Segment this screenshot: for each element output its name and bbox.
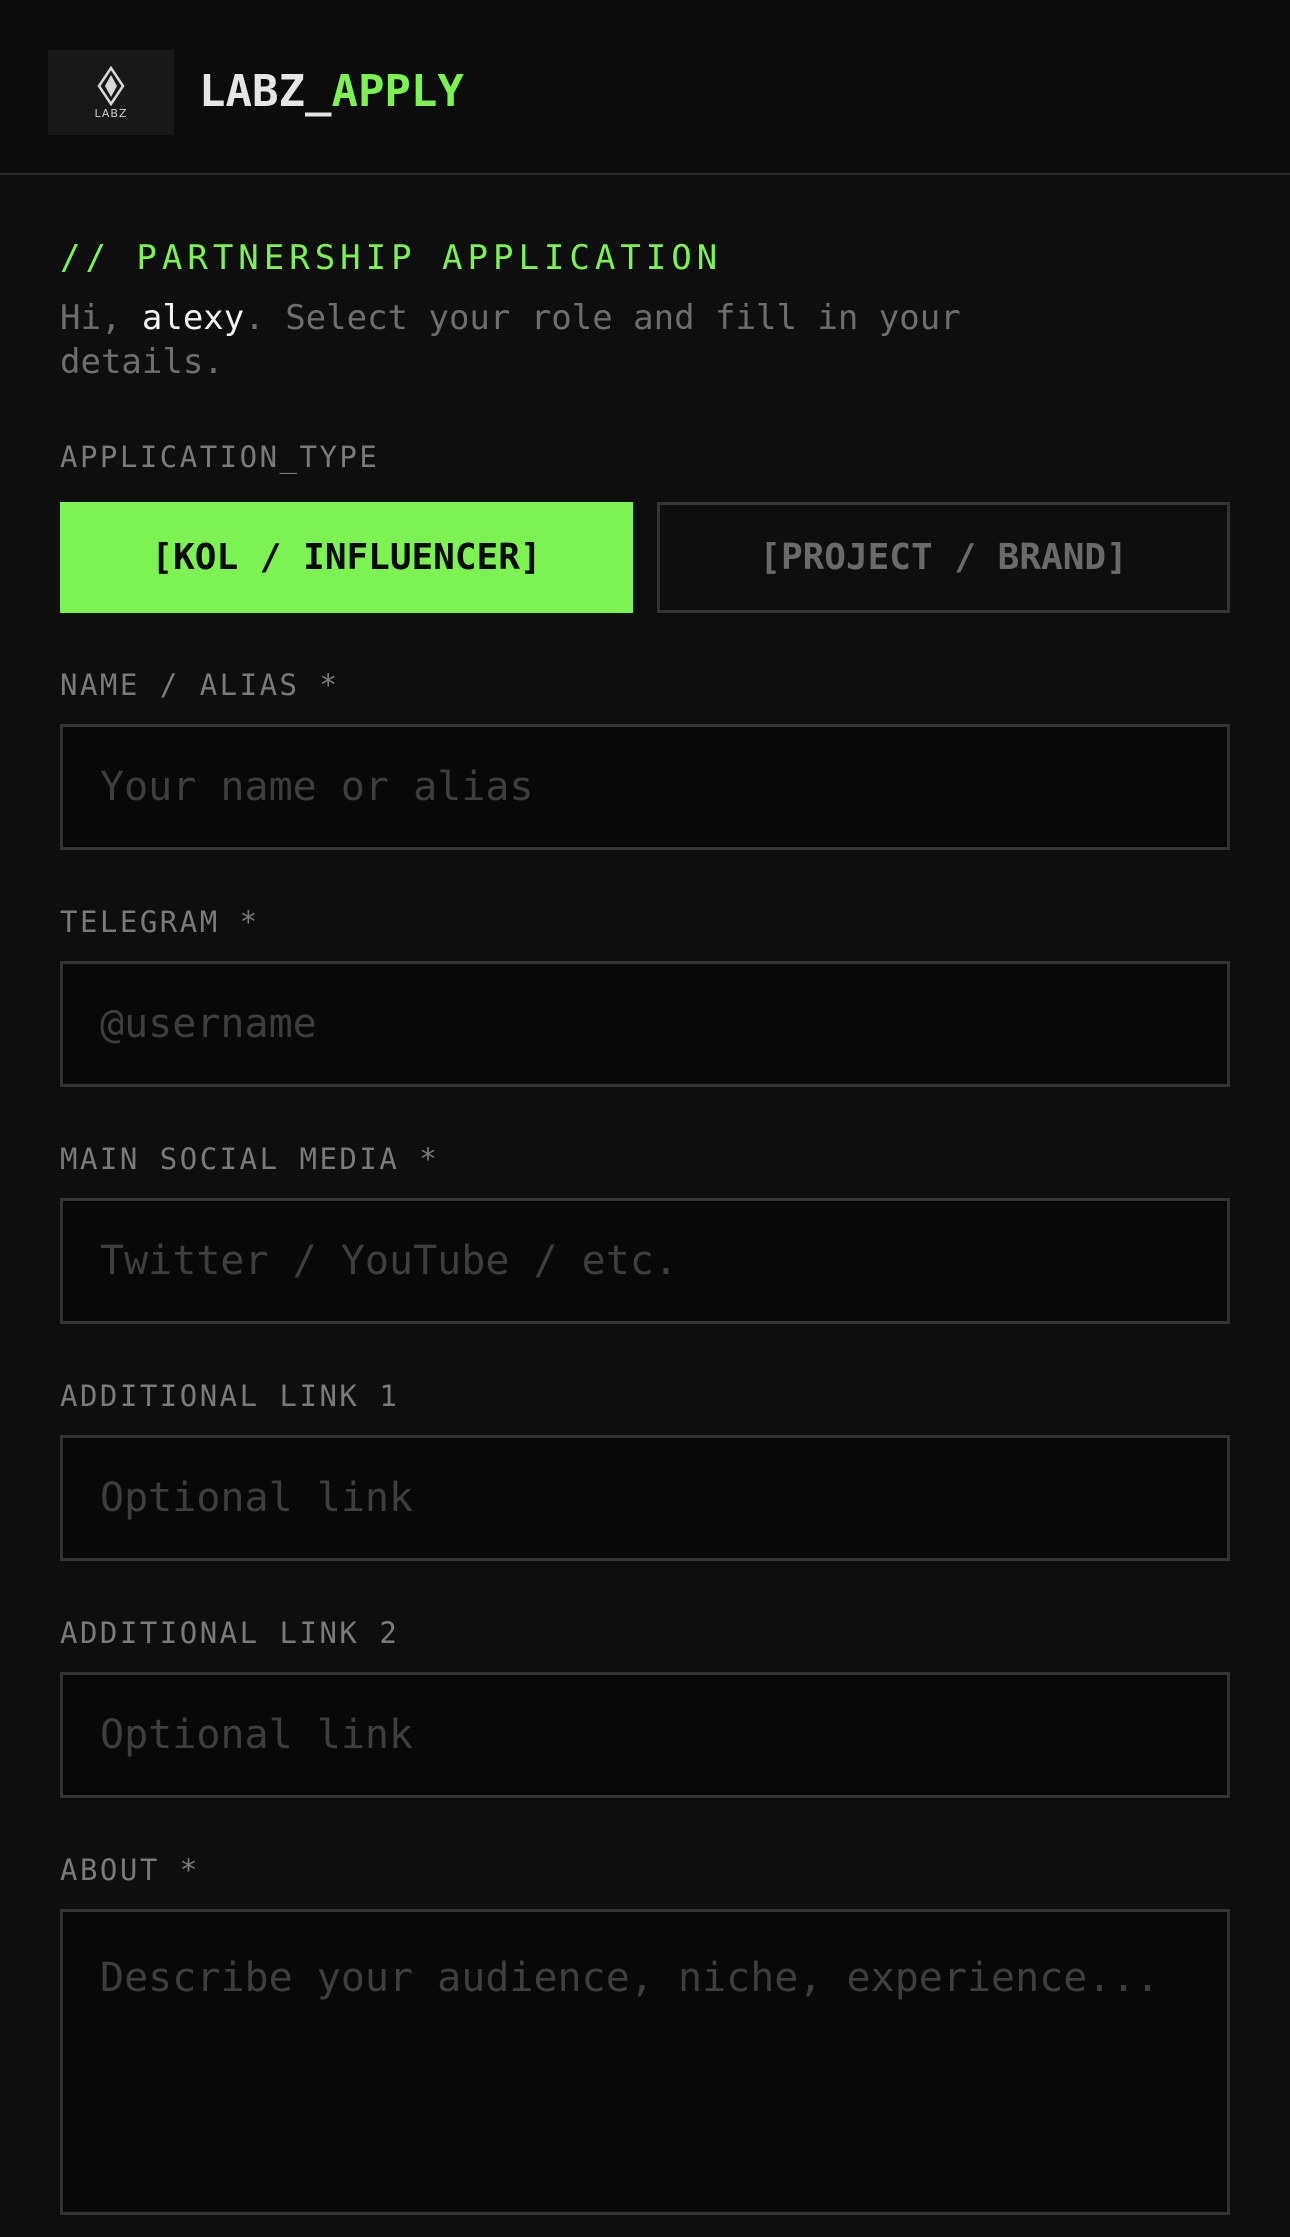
greeting-prefix: Hi, bbox=[60, 298, 142, 338]
app-header: LABZ LABZ_APPLY bbox=[0, 0, 1290, 175]
telegram-input[interactable] bbox=[60, 961, 1230, 1087]
additional-link-1-label: ADDITIONAL LINK 1 bbox=[60, 1379, 400, 1413]
telegram-label: TELEGRAM * bbox=[60, 905, 260, 939]
name-label: NAME / ALIAS * bbox=[60, 668, 340, 702]
additional-link-2-input[interactable] bbox=[60, 1672, 1230, 1798]
application-type-label: APPLICATION_TYPE bbox=[60, 440, 380, 474]
additional-link-2-label: ADDITIONAL LINK 2 bbox=[60, 1616, 400, 1650]
labz-logo[interactable]: LABZ bbox=[48, 50, 174, 135]
name-input[interactable] bbox=[60, 724, 1230, 850]
app-title: LABZ_APPLY bbox=[199, 62, 464, 122]
social-media-label: MAIN SOCIAL MEDIA * bbox=[60, 1142, 440, 1176]
logo-text: LABZ bbox=[94, 107, 128, 120]
role-project-brand-button[interactable]: [PROJECT / BRAND] bbox=[657, 502, 1230, 613]
username: alexy bbox=[141, 298, 245, 338]
about-label: ABOUT * bbox=[60, 1853, 200, 1887]
labz-logo-icon bbox=[97, 66, 125, 106]
intro-text: Hi, alexy. Select your role and fill in … bbox=[60, 296, 1070, 384]
additional-link-1-input[interactable] bbox=[60, 1435, 1230, 1561]
app-title-accent: APPLY bbox=[331, 66, 464, 117]
app-title-main: LABZ_ bbox=[199, 66, 332, 117]
section-title: // PARTNERSHIP APPLICATION bbox=[60, 238, 723, 278]
role-kol-influencer-button[interactable]: [KOL / INFLUENCER] bbox=[60, 502, 633, 613]
social-media-input[interactable] bbox=[60, 1198, 1230, 1324]
about-textarea[interactable] bbox=[60, 1909, 1230, 2215]
